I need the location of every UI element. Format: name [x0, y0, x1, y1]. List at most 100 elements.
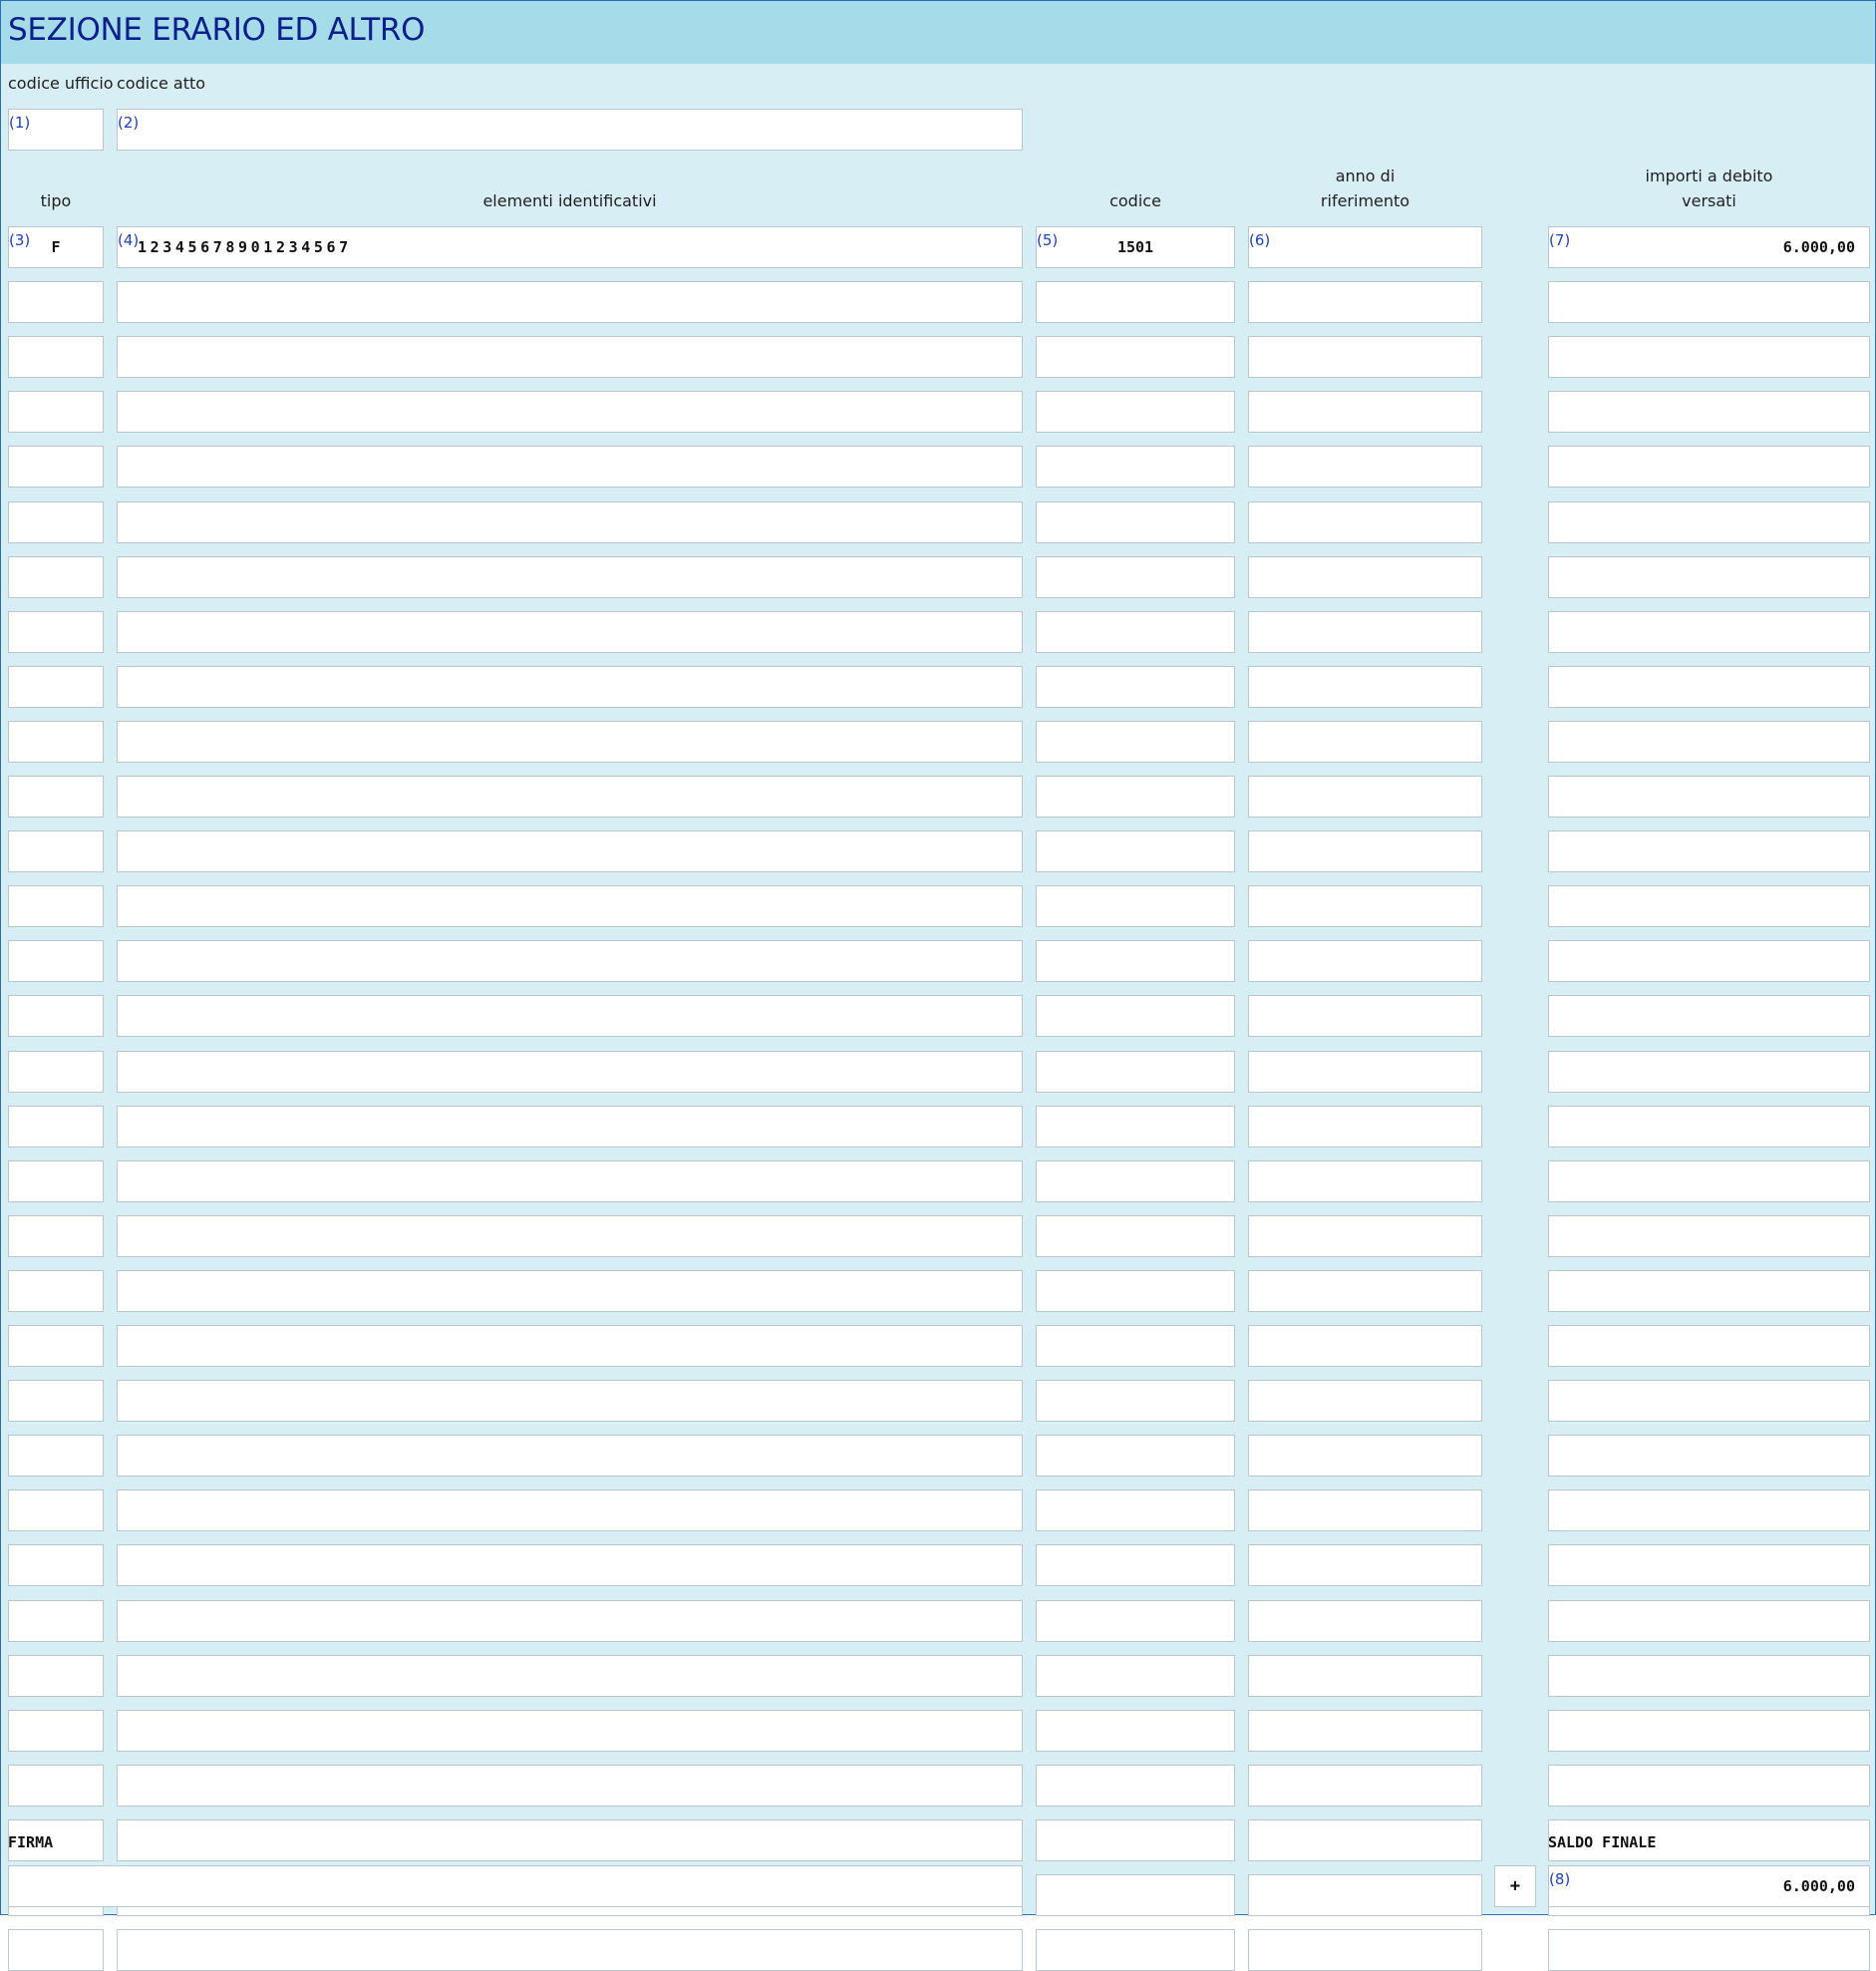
codice-field[interactable]	[1036, 885, 1235, 927]
codice-field[interactable]	[1036, 940, 1235, 982]
anno-field[interactable]	[1248, 336, 1482, 378]
anno-field[interactable]	[1248, 281, 1482, 323]
tipo-field[interactable]	[8, 1325, 104, 1367]
codice-field[interactable]	[1036, 611, 1235, 653]
elementi-field[interactable]	[117, 885, 1023, 927]
elementi-field[interactable]	[117, 1051, 1023, 1093]
tipo-field[interactable]: (3) F	[8, 226, 104, 268]
importo-field[interactable]	[1548, 1710, 1870, 1752]
anno-field[interactable]	[1248, 1819, 1482, 1861]
elementi-field[interactable]	[117, 1710, 1023, 1752]
codice-field[interactable]	[1036, 1325, 1235, 1367]
firma-field[interactable]	[8, 1865, 1023, 1907]
anno-field[interactable]	[1248, 1710, 1482, 1752]
importo-field[interactable]	[1548, 1655, 1870, 1697]
anno-field[interactable]	[1248, 721, 1482, 763]
codice-field[interactable]	[1036, 721, 1235, 763]
tipo-field[interactable]	[8, 391, 104, 433]
codice-field[interactable]: (5) 1501	[1036, 226, 1235, 268]
anno-field[interactable]	[1248, 776, 1482, 818]
elementi-field[interactable]	[117, 556, 1023, 598]
importo-field[interactable]	[1548, 556, 1870, 598]
importo-field[interactable]	[1548, 1380, 1870, 1422]
anno-field[interactable]	[1248, 1489, 1482, 1531]
anno-field[interactable]	[1248, 1929, 1482, 1971]
codice-field[interactable]	[1036, 1270, 1235, 1312]
importo-field[interactable]	[1548, 1600, 1870, 1642]
tipo-field[interactable]	[8, 281, 104, 323]
tipo-field[interactable]	[8, 1051, 104, 1093]
codice-field[interactable]	[1036, 1655, 1235, 1697]
tipo-field[interactable]	[8, 721, 104, 763]
elementi-field[interactable]	[117, 666, 1023, 708]
tipo-field[interactable]	[8, 940, 104, 982]
tipo-field[interactable]	[8, 1435, 104, 1477]
tipo-field[interactable]	[8, 1929, 104, 1971]
tipo-field[interactable]	[8, 830, 104, 872]
elementi-field[interactable]	[117, 336, 1023, 378]
importo-field[interactable]	[1548, 446, 1870, 488]
elementi-field[interactable]	[117, 1544, 1023, 1586]
tipo-field[interactable]	[8, 1489, 104, 1531]
importo-field[interactable]	[1548, 776, 1870, 818]
importo-field[interactable]	[1548, 666, 1870, 708]
anno-field[interactable]	[1248, 1600, 1482, 1642]
anno-field[interactable]	[1248, 885, 1482, 927]
anno-field[interactable]	[1248, 1051, 1482, 1093]
elementi-field[interactable]	[117, 1819, 1023, 1861]
elementi-field[interactable]	[117, 1380, 1023, 1422]
codice-atto-field[interactable]: (2)	[117, 109, 1023, 151]
codice-field[interactable]	[1036, 1380, 1235, 1422]
tipo-field[interactable]	[8, 336, 104, 378]
importo-field[interactable]	[1548, 1215, 1870, 1257]
elementi-field[interactable]	[117, 1765, 1023, 1807]
anno-field[interactable]	[1248, 1655, 1482, 1697]
codice-field[interactable]	[1036, 776, 1235, 818]
importo-field[interactable]	[1548, 1106, 1870, 1148]
tipo-field[interactable]	[8, 1765, 104, 1807]
tipo-field[interactable]	[8, 1270, 104, 1312]
codice-field[interactable]	[1036, 1489, 1235, 1531]
importo-field[interactable]	[1548, 830, 1870, 872]
codice-field[interactable]	[1036, 1215, 1235, 1257]
importo-field[interactable]	[1548, 1160, 1870, 1202]
anno-field[interactable]	[1248, 1874, 1482, 1916]
codice-field[interactable]	[1036, 501, 1235, 543]
importo-field[interactable]	[1548, 721, 1870, 763]
tipo-field[interactable]	[8, 446, 104, 488]
codice-field[interactable]	[1036, 1929, 1235, 1971]
anno-field[interactable]	[1248, 1215, 1482, 1257]
tipo-field[interactable]	[8, 885, 104, 927]
anno-field[interactable]	[1248, 1106, 1482, 1148]
importo-field[interactable]: (7) 6.000,00	[1548, 226, 1870, 268]
codice-field[interactable]	[1036, 995, 1235, 1037]
codice-ufficio-field[interactable]: (1)	[8, 109, 104, 151]
anno-field[interactable]	[1248, 1270, 1482, 1312]
elementi-field[interactable]	[117, 1655, 1023, 1697]
anno-field[interactable]	[1248, 1325, 1482, 1367]
anno-field[interactable]	[1248, 1435, 1482, 1477]
codice-field[interactable]	[1036, 666, 1235, 708]
codice-field[interactable]	[1036, 1544, 1235, 1586]
codice-field[interactable]	[1036, 830, 1235, 872]
importo-field[interactable]	[1548, 391, 1870, 433]
importo-field[interactable]	[1548, 995, 1870, 1037]
importo-field[interactable]	[1548, 1270, 1870, 1312]
anno-field[interactable]	[1248, 391, 1482, 433]
elementi-field[interactable]	[117, 721, 1023, 763]
elementi-field[interactable]	[117, 281, 1023, 323]
importo-field[interactable]	[1548, 611, 1870, 653]
anno-field[interactable]	[1248, 446, 1482, 488]
codice-field[interactable]	[1036, 1765, 1235, 1807]
elementi-field[interactable]	[117, 940, 1023, 982]
tipo-field[interactable]	[8, 995, 104, 1037]
tipo-field[interactable]	[8, 1655, 104, 1697]
anno-field[interactable]	[1248, 1765, 1482, 1807]
importo-field[interactable]	[1548, 1489, 1870, 1531]
importo-field[interactable]	[1548, 940, 1870, 982]
saldo-finale-field[interactable]: (8) 6.000,00	[1548, 1865, 1870, 1907]
codice-field[interactable]	[1036, 336, 1235, 378]
codice-field[interactable]	[1036, 1710, 1235, 1752]
elementi-field[interactable]	[117, 1600, 1023, 1642]
importo-field[interactable]	[1548, 1325, 1870, 1367]
